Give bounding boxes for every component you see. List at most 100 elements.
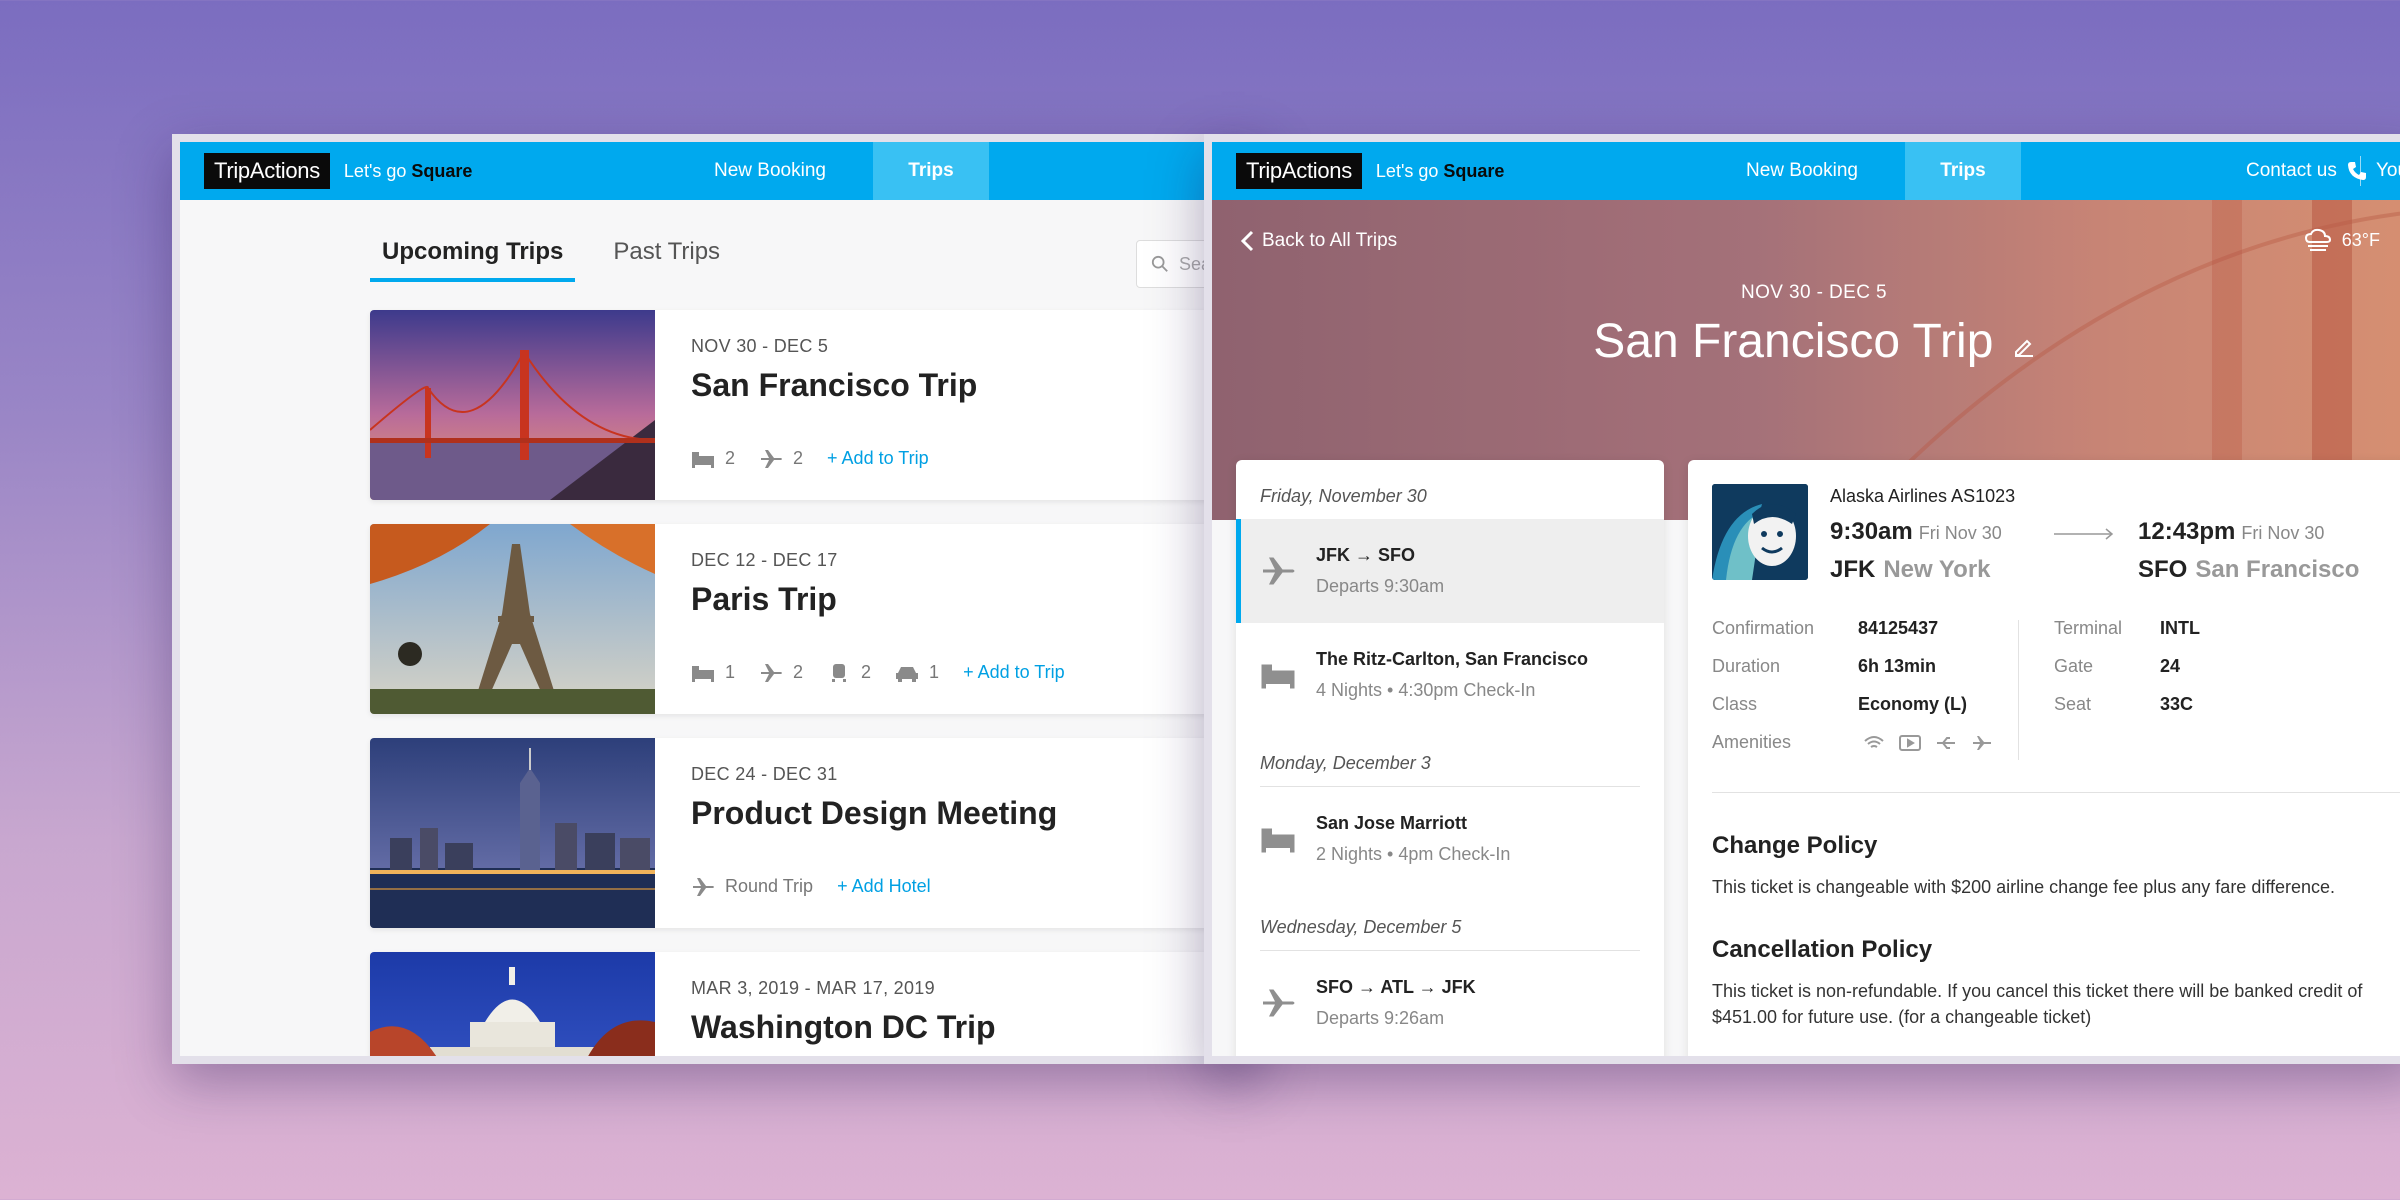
terminal-value: INTL	[2160, 618, 2200, 638]
itinerary-item-subtitle: Departs 9:26am	[1316, 1008, 1445, 1028]
add-to-trip-link[interactable]: + Add to Trip	[827, 448, 929, 469]
seat-value: 33C	[2160, 694, 2194, 714]
arrival-airport: SFO San Francisco	[2138, 556, 2359, 584]
nav-trips[interactable]: Trips	[873, 142, 989, 200]
company-tagline: Let's go Square	[344, 161, 473, 182]
nav-user-menu[interactable]: You	[2352, 142, 2400, 200]
trip-image-golden-gate	[370, 310, 655, 500]
tab-past-trips[interactable]: Past Trips	[601, 238, 732, 282]
tagline-company: Square	[1443, 160, 1505, 181]
amenities-label: Amenities	[1712, 732, 1792, 752]
trip-details: DEC 24 - DEC 31 Product Design Meeting R…	[655, 738, 1250, 928]
itinerary-flight-sfo-jfk[interactable]: SFO → ATL → JFK Departs 9:26am	[1236, 951, 1664, 1055]
bed-icon	[692, 451, 714, 468]
tagline-prefix: Let's go	[343, 160, 407, 181]
terminal-row: Terminal INTL	[2054, 618, 2200, 639]
nav-new-booking[interactable]: New Booking	[680, 142, 860, 200]
itinerary-hotel-marriott[interactable]: San Jose Marriott 2 Nights • 4pm Check-I…	[1236, 787, 1664, 891]
day-header: Monday, December 3	[1260, 753, 1431, 773]
gate-row: Gate 24	[2054, 656, 2180, 677]
trip-card-paris[interactable]: DEC 12 - DEC 17 Paris Trip 1 2 2 1 + Add…	[370, 524, 1250, 714]
back-to-trips-link[interactable]: Back to All Trips	[1240, 230, 1397, 252]
trip-details: DEC 12 - DEC 17 Paris Trip 1 2 2 1 + Add…	[655, 524, 1250, 714]
trip-card-product-design[interactable]: DEC 24 - DEC 31 Product Design Meeting R…	[370, 738, 1250, 928]
temperature: 63°F	[2341, 229, 2380, 250]
itinerary-item-title: San Jose Marriott	[1316, 813, 1468, 833]
plane-icon	[1263, 989, 1295, 1017]
trip-dates: DEC 12 - DEC 17	[691, 550, 838, 570]
itinerary-item-title: SFO → ATL → JFK	[1316, 977, 1476, 997]
tagline-prefix: Let's go	[1375, 160, 1439, 181]
bed-icon	[1261, 664, 1295, 689]
seat-row: Seat 33C	[2054, 694, 2193, 715]
duration-label: Duration	[1712, 656, 1781, 676]
flight-type: Round Trip	[691, 876, 813, 897]
confirmation-label: Confirmation	[1712, 618, 1815, 638]
chevron-left-icon	[1240, 230, 1254, 252]
duration-value: 6h 13min	[1858, 656, 1937, 676]
tripactions-logo[interactable]: TripActions	[1236, 153, 1362, 189]
hotel-count-value: 1	[725, 662, 736, 682]
departure-code: JFK	[1830, 556, 1876, 583]
day-header: Friday, November 30	[1260, 486, 1427, 506]
trip-details: NOV 30 - DEC 5 San Francisco Trip 2 2 + …	[655, 310, 1250, 500]
arrow-right-icon	[2054, 528, 2114, 540]
trip-bookings: 1 2 2 1 + Add to Trip	[691, 662, 1065, 683]
edit-icon[interactable]	[2013, 335, 2035, 357]
trip-title[interactable]: Washington DC Trip	[691, 1009, 1214, 1046]
nav-new-booking[interactable]: New Booking	[1712, 142, 1892, 200]
search-icon	[1151, 255, 1168, 272]
trip-card-san-francisco[interactable]: NOV 30 - DEC 5 San Francisco Trip 2 2 + …	[370, 310, 1250, 500]
top-nav-bar: TripActions Let's go Square New Booking …	[180, 142, 1254, 200]
weather-widget: 63°F	[2304, 228, 2380, 252]
itinerary-hotel-ritz[interactable]: The Ritz-Carlton, San Francisco 4 Nights…	[1236, 623, 1664, 727]
car-count: 1	[895, 662, 939, 683]
itinerary-item-subtitle: 4 Nights • 4:30pm Check-In	[1316, 680, 1536, 700]
alaska-airlines-logo	[1712, 484, 1808, 580]
itinerary-item-text: The Ritz-Carlton, San Francisco 4 Nights…	[1316, 649, 1588, 701]
bed-icon	[1261, 828, 1295, 853]
departure-time: 9:30am Fri Nov 30	[1830, 518, 2002, 546]
itinerary-panel: Friday, November 30 JFK → SFO Departs 9:…	[1236, 460, 1664, 1056]
trip-title[interactable]: Product Design Meeting	[691, 795, 1214, 832]
change-policy-text: This ticket is changeable with $200 airl…	[1712, 877, 2336, 897]
trip-image-capitol	[370, 952, 655, 1056]
itinerary-item-subtitle: 2 Nights • 4pm Check-In	[1316, 844, 1511, 864]
back-label: Back to All Trips	[1262, 230, 1398, 251]
flight-count-value: 2	[793, 448, 804, 468]
change-policy-title: Change Policy	[1712, 832, 1878, 859]
flight-count: 2	[759, 448, 803, 469]
add-to-trip-link[interactable]: + Add to Trip	[963, 662, 1065, 683]
trip-tabs: Upcoming Trips Past Trips	[370, 238, 732, 282]
add-hotel-link[interactable]: + Add Hotel	[837, 876, 931, 897]
departure-airport: JFK New York	[1830, 556, 1991, 584]
arrival-code: SFO	[2138, 556, 2188, 583]
plane-icon	[761, 449, 783, 468]
tripactions-logo[interactable]: TripActions	[204, 153, 330, 189]
trip-title-text: San Francisco Trip	[1593, 315, 1994, 368]
hotel-count-value: 2	[725, 448, 736, 468]
itinerary-item-subtitle: Departs 9:30am	[1316, 576, 1445, 596]
trip-title[interactable]: Paris Trip	[691, 581, 1214, 618]
tab-upcoming-trips[interactable]: Upcoming Trips	[370, 238, 576, 282]
arrival-date: Fri Nov 30	[2241, 523, 2325, 543]
trip-dates: MAR 3, 2019 - MAR 17, 2019	[691, 978, 935, 998]
amenities-row: Amenities	[1712, 732, 1993, 753]
departure-date: Fri Nov 30	[1918, 523, 2002, 543]
trip-card-washington-dc[interactable]: MAR 3, 2019 - MAR 17, 2019 Washington DC…	[370, 952, 1250, 1056]
car-icon	[896, 666, 919, 682]
class-row: Class Economy (L)	[1712, 694, 1967, 715]
class-value: Economy (L)	[1858, 694, 1968, 714]
terminal-label: Terminal	[2054, 618, 2123, 638]
trip-title: San Francisco Trip	[1212, 314, 2400, 369]
itinerary-flight-jfk-sfo[interactable]: JFK → SFO Departs 9:30am	[1236, 519, 1664, 623]
trip-dates: NOV 30 - DEC 5	[691, 336, 829, 356]
trip-details: MAR 3, 2019 - MAR 17, 2019 Washington DC…	[655, 952, 1250, 1056]
nav-trips[interactable]: Trips	[1905, 142, 2021, 200]
airline-flight-number: Alaska Airlines AS1023	[1830, 486, 2016, 506]
trip-title[interactable]: San Francisco Trip	[691, 367, 1214, 404]
trip-detail-window: TripActions Let's go Square New Booking …	[1204, 134, 2400, 1064]
company-tagline: Let's go Square	[1376, 161, 1505, 182]
seat-label: Seat	[2054, 694, 2092, 714]
itinerary-item-text: SFO → ATL → JFK Departs 9:26am	[1316, 977, 1476, 1029]
